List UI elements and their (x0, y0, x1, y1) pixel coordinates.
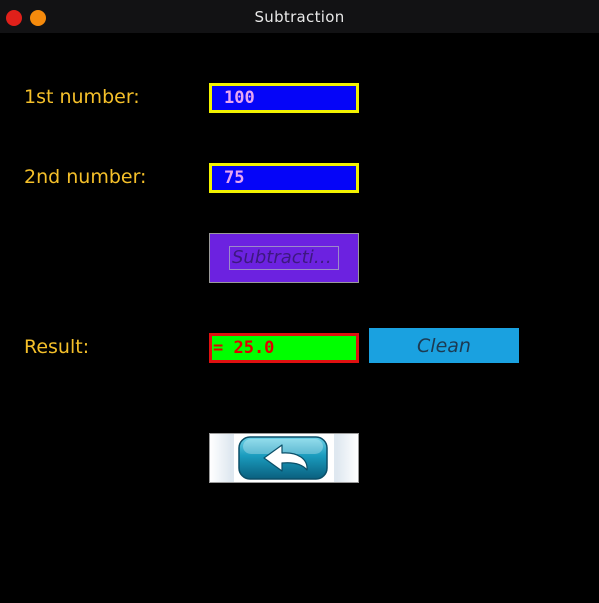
result-field[interactable] (209, 333, 359, 363)
subtraction-button[interactable]: Subtraction (209, 233, 359, 283)
first-number-label: 1st number: (24, 86, 140, 108)
back-button[interactable] (209, 433, 359, 483)
second-number-label: 2nd number: (24, 166, 147, 188)
title-bar: Subtraction (0, 0, 599, 33)
clean-button[interactable]: Clean (369, 328, 519, 363)
second-number-input[interactable] (209, 163, 359, 193)
app-window: Subtraction 1st number: 2nd number: Subt… (0, 0, 599, 603)
subtraction-button-label: Subtraction (229, 246, 339, 270)
window-title: Subtraction (254, 8, 345, 26)
result-label: Result: (24, 336, 90, 358)
first-number-input[interactable] (209, 83, 359, 113)
back-arrow-icon (234, 434, 334, 482)
